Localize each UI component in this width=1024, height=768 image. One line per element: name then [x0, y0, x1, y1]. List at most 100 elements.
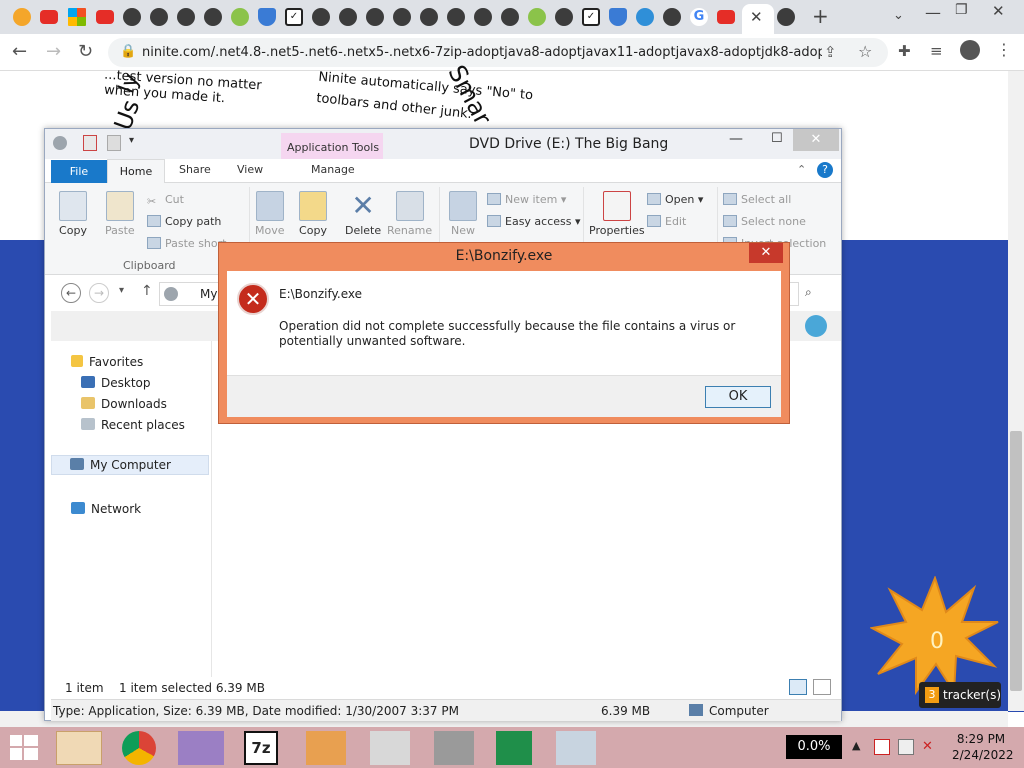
globe-tab-icon[interactable]: [177, 8, 195, 26]
system-clock[interactable]: 8:29 PM 2/24/2022: [952, 731, 1014, 763]
checkbox-tab-icon[interactable]: ✓: [285, 8, 303, 26]
nav-downloads[interactable]: Downloads: [81, 397, 167, 411]
github-tab-icon[interactable]: [150, 8, 168, 26]
browser-tab-icon[interactable]: [636, 8, 654, 26]
search-icon[interactable]: ⌕: [805, 285, 812, 300]
leaf-tab-icon[interactable]: [528, 8, 546, 26]
maximize-icon[interactable]: ☐: [771, 131, 783, 146]
delete-button[interactable]: ✕ Delete: [345, 191, 381, 238]
store-taskbar-icon[interactable]: [496, 731, 532, 765]
lock-icon[interactable]: 🔒: [120, 44, 136, 59]
explorer-titlebar[interactable]: ▾ Application Tools DVD Drive (E:) The B…: [45, 129, 841, 187]
tracker-badge[interactable]: 3 tracker(s): [919, 682, 1001, 708]
tab-share[interactable]: Share: [179, 163, 211, 176]
back-button-icon[interactable]: ←: [61, 283, 81, 303]
volume-muted-icon[interactable]: ✕: [922, 739, 938, 755]
new-folder-qat-icon[interactable]: [107, 135, 121, 151]
ok-button[interactable]: OK: [705, 386, 771, 408]
globe-tab-icon[interactable]: [312, 8, 330, 26]
extensions-puzzle-icon[interactable]: ✚: [898, 42, 911, 60]
new-folder-button[interactable]: New: [449, 191, 477, 237]
collapse-ribbon-icon[interactable]: ⌃: [797, 163, 806, 176]
copy-button[interactable]: Copy: [59, 191, 87, 237]
menu-kebab-icon[interactable]: ⋮: [996, 40, 1012, 59]
file-explorer-taskbar-icon[interactable]: [56, 731, 102, 765]
installer-taskbar-icon[interactable]: [370, 731, 410, 765]
dialog-close-button[interactable]: ✕: [749, 243, 783, 263]
share-icon[interactable]: ⇪: [824, 43, 837, 61]
tab-file[interactable]: File: [51, 160, 107, 183]
tab-home[interactable]: Home: [107, 159, 165, 184]
github-tab-icon[interactable]: [123, 8, 141, 26]
youtube-tab-icon[interactable]: [717, 10, 735, 24]
rename-button[interactable]: Rename: [387, 191, 432, 237]
nav-favorites[interactable]: Favorites: [71, 355, 143, 369]
recent-locations-icon[interactable]: ▾: [119, 285, 124, 296]
minimize-window-icon[interactable]: —: [925, 3, 941, 22]
forward-button-icon[interactable]: →: [89, 283, 109, 303]
chrome-tab-icon[interactable]: [663, 8, 681, 26]
show-hidden-icons-icon[interactable]: ▲: [852, 739, 860, 752]
qat-dropdown-icon[interactable]: ▾: [129, 135, 134, 146]
nav-network[interactable]: Network: [71, 502, 141, 516]
media-taskbar-icon[interactable]: [178, 731, 224, 765]
youtube-tab-icon[interactable]: [96, 10, 114, 24]
open-button[interactable]: Open ▾: [647, 193, 703, 206]
new-item-button[interactable]: New item ▾: [487, 193, 566, 206]
copy-path-button[interactable]: Copy path: [147, 215, 221, 228]
bookmark-star-icon[interactable]: ☆: [858, 42, 872, 61]
leaf-tab-icon[interactable]: [231, 8, 249, 26]
tab-view[interactable]: View: [237, 163, 263, 176]
back-arrow-icon[interactable]: ←: [12, 42, 27, 62]
firewall-taskbar-icon[interactable]: [434, 731, 474, 765]
paste-button[interactable]: Paste: [105, 191, 135, 237]
tab-favicon-icon[interactable]: [13, 8, 31, 26]
github-tab-icon[interactable]: [366, 8, 384, 26]
chrome-taskbar-icon[interactable]: [122, 731, 156, 765]
microsoft-tab-icon[interactable]: [68, 8, 86, 26]
tab-search-icon[interactable]: ⌄: [893, 8, 904, 23]
reload-icon[interactable]: ↻: [78, 42, 93, 62]
up-level-icon[interactable]: ↑: [141, 283, 153, 299]
action-center-flag-icon[interactable]: [874, 739, 890, 755]
large-icons-view-icon[interactable]: [813, 679, 831, 695]
address-bar[interactable]: 🔒 ninite.com/.net4.8-.net5-.net6-.netx5-…: [108, 38, 888, 67]
help-icon[interactable]: ?: [817, 162, 833, 178]
nav-desktop[interactable]: Desktop: [81, 376, 151, 390]
copy-to-button[interactable]: Copy: [299, 191, 327, 237]
details-view-icon[interactable]: [789, 679, 807, 695]
github-tab-icon[interactable]: [501, 8, 519, 26]
select-none-button[interactable]: Select none: [723, 215, 806, 228]
move-to-button[interactable]: Move: [255, 191, 285, 237]
scrollbar-thumb[interactable]: [1010, 431, 1022, 691]
checkbox-tab-icon[interactable]: ✓: [582, 8, 600, 26]
easy-access-button[interactable]: Easy access ▾: [487, 215, 581, 228]
paste-shortcut-button[interactable]: Paste short: [147, 237, 226, 250]
edit-button[interactable]: Edit: [647, 215, 686, 228]
nav-my-computer[interactable]: My Computer: [51, 455, 209, 475]
close-window-icon[interactable]: ✕: [992, 2, 1005, 20]
forward-arrow-icon[interactable]: →: [46, 42, 61, 62]
globe-tab-icon[interactable]: [555, 8, 573, 26]
tab-manage[interactable]: Manage: [311, 163, 355, 176]
youtube-tab-icon[interactable]: [40, 10, 58, 24]
cut-button[interactable]: ✂ Cut: [147, 193, 184, 208]
github-tab-icon[interactable]: [339, 8, 357, 26]
minimize-icon[interactable]: —: [729, 131, 743, 147]
profile-avatar-icon[interactable]: [960, 40, 980, 60]
media-queue-icon[interactable]: ≡: [930, 42, 943, 60]
network-tray-icon[interactable]: [898, 739, 914, 755]
globe-tab-icon[interactable]: [393, 8, 411, 26]
github-tab-icon[interactable]: [474, 8, 492, 26]
shield-tab-icon[interactable]: [258, 8, 276, 26]
close-window-button[interactable]: ✕: [793, 129, 839, 151]
xampp-taskbar-icon[interactable]: [306, 731, 346, 765]
google-tab-icon[interactable]: G: [690, 8, 708, 26]
shield-tab-icon[interactable]: [609, 8, 627, 26]
properties-button[interactable]: Properties: [589, 191, 645, 237]
restore-window-icon[interactable]: ❐: [955, 2, 968, 18]
select-all-button[interactable]: Select all: [723, 193, 791, 206]
nav-recent-places[interactable]: Recent places: [81, 418, 185, 432]
new-tab-button[interactable]: +: [812, 4, 829, 28]
view-shell-icon[interactable]: [805, 315, 827, 337]
